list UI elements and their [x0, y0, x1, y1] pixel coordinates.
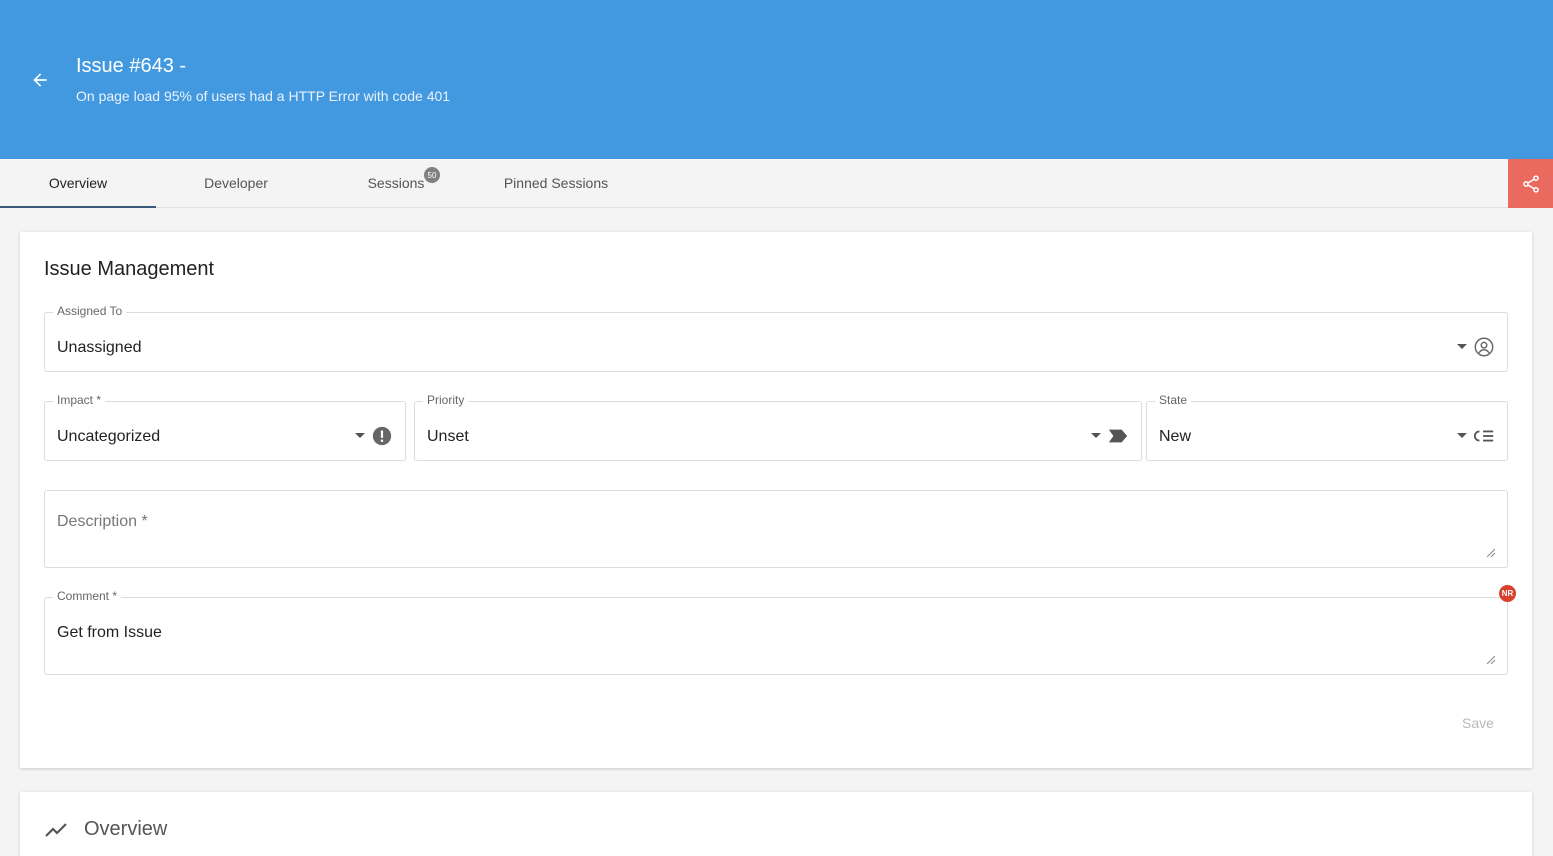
alert-circle-icon — [371, 425, 393, 447]
tab-developer[interactable]: Developer — [156, 159, 316, 207]
impact-value: Uncategorized — [57, 428, 161, 445]
comment-value: Get from Issue — [57, 624, 162, 641]
assigned-to-value: Unassigned — [57, 339, 142, 356]
arrow-left-icon — [33, 73, 47, 87]
impact-label: Impact * — [53, 393, 106, 407]
page-header: Issue #643 - On page load 95% of users h… — [0, 0, 1553, 159]
assigned-to-select[interactable]: Assigned To Unassigned — [44, 304, 1508, 372]
active-tab-indicator — [0, 206, 156, 208]
trending-up-icon — [45, 823, 67, 837]
resize-handle-icon[interactable] — [1487, 656, 1495, 664]
issue-title: Issue #643 - — [76, 55, 187, 77]
state-value: New — [1159, 428, 1192, 445]
state-select[interactable]: State New — [1146, 393, 1508, 461]
chevron-down-icon[interactable] — [1457, 433, 1467, 438]
chevron-down-icon[interactable] — [1091, 433, 1101, 438]
state-label: State — [1155, 393, 1192, 407]
tab-overview[interactable]: Overview — [0, 159, 156, 207]
chevron-down-icon[interactable] — [1457, 344, 1467, 349]
priority-select[interactable]: Priority Unset — [414, 393, 1142, 461]
tab-sessions[interactable]: Sessions — [316, 159, 476, 207]
sessions-count-badge: 50 — [424, 167, 440, 183]
comment-label: Comment * — [53, 589, 122, 603]
description-placeholder: Description * — [57, 513, 148, 530]
overview-section-title: Overview — [84, 818, 168, 840]
assigned-to-label: Assigned To — [53, 304, 127, 318]
description-textarea[interactable]: Description * — [44, 490, 1508, 568]
chevron-down-icon[interactable] — [355, 433, 365, 438]
share-button[interactable] — [1508, 159, 1553, 208]
overview-section-card: Overview — [20, 792, 1532, 856]
tab-pinned-sessions[interactable]: Pinned Sessions — [476, 159, 636, 207]
impact-select[interactable]: Impact * Uncategorized — [44, 393, 406, 461]
label-tag-icon — [1107, 426, 1129, 446]
nr-badge[interactable]: NR — [1499, 585, 1516, 602]
user-circle-icon — [1473, 336, 1495, 358]
issue-subtitle: On page load 95% of users had a HTTP Err… — [76, 88, 451, 104]
issue-management-card: Issue Management Assigned To Unassigned … — [20, 232, 1532, 768]
share-icon — [1522, 174, 1539, 193]
list-status-icon — [1473, 426, 1495, 446]
priority-label: Priority — [423, 393, 469, 407]
priority-value: Unset — [427, 428, 469, 445]
resize-handle-icon[interactable] — [1487, 549, 1495, 557]
comment-textarea[interactable]: Comment * Get from Issue — [44, 589, 1508, 675]
back-button[interactable] — [26, 66, 54, 94]
tab-bar: Overview Developer Sessions 50 Pinned Se… — [0, 159, 1553, 208]
card-title: Issue Management — [44, 258, 215, 280]
save-button[interactable]: Save — [1448, 708, 1508, 738]
